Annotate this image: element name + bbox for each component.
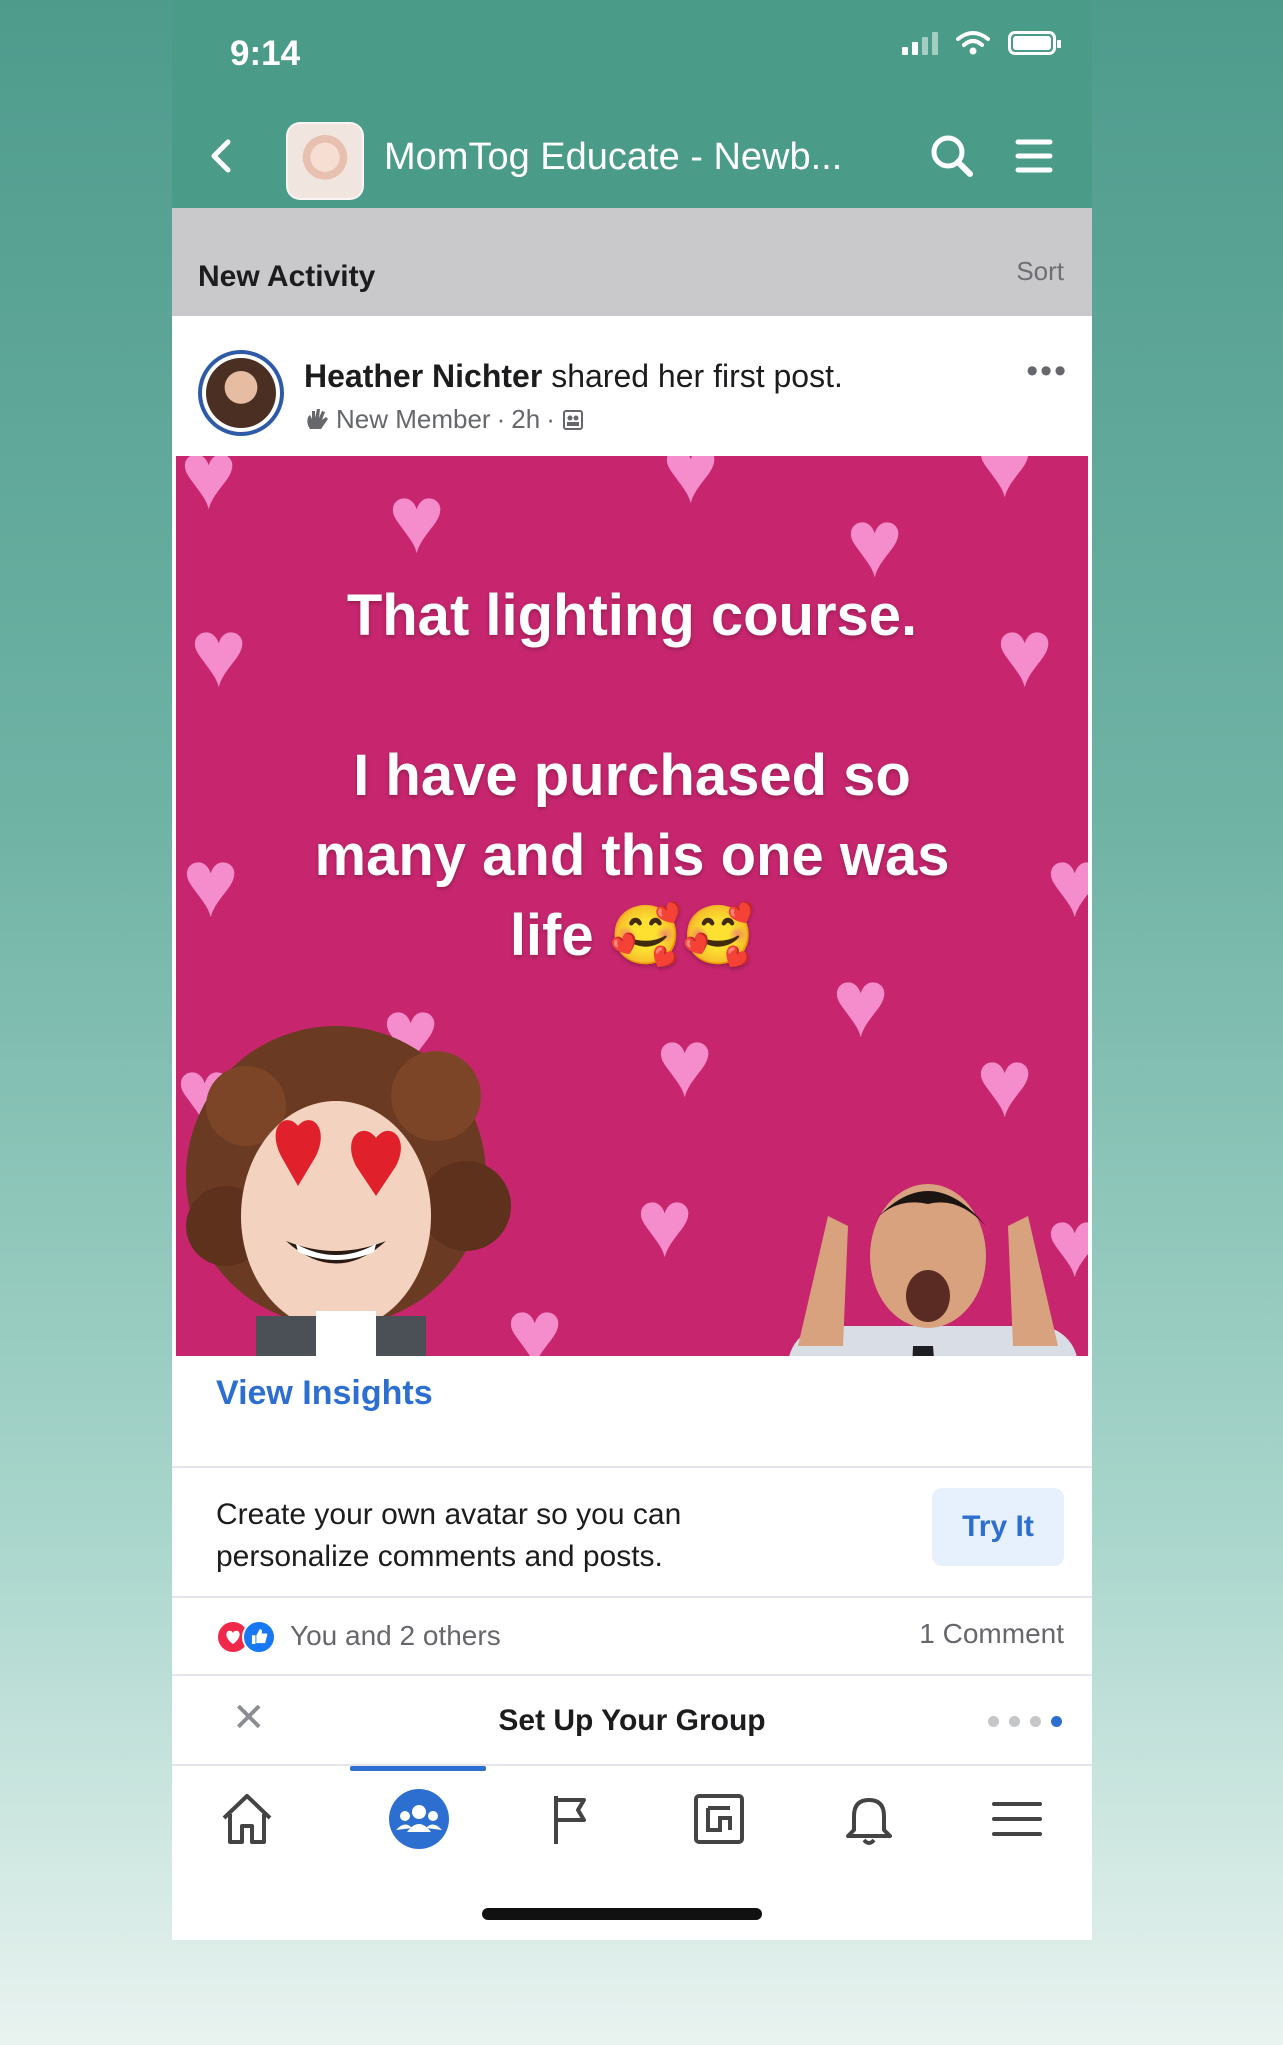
post-time[interactable]: 2h: [511, 404, 540, 435]
activity-title: New Activity: [198, 260, 376, 293]
post-header: Heather Nichter shared her first post. N…: [172, 316, 1092, 456]
heart-icon: ♥: [976, 1030, 1033, 1137]
home-indicator: [482, 1908, 762, 1920]
flag-icon[interactable]: [534, 1784, 604, 1854]
avatar-prompt-text: Create your own avatar so you can person…: [216, 1498, 682, 1573]
chevron-left-icon[interactable]: [202, 134, 242, 178]
author-avatar[interactable]: [198, 350, 284, 436]
groups-icon[interactable]: [384, 1784, 454, 1854]
post-action: shared her first post.: [542, 358, 843, 394]
heart-icon: ♥: [636, 1170, 693, 1277]
search-icon[interactable]: [924, 128, 980, 184]
group-avatar[interactable]: [286, 122, 364, 200]
status-icons: [902, 30, 1061, 56]
heart-icon: ♥: [656, 1010, 713, 1117]
group-audience-icon: [562, 409, 583, 430]
bottom-tab-bar: [172, 1766, 1092, 1876]
signal-icon: [902, 31, 938, 55]
memoji-heart-eyes-sticker: [186, 1026, 511, 1356]
heart-icon: ♥: [388, 466, 445, 573]
top-bar: 9:14 MomTog Educate - Newb...: [172, 0, 1092, 208]
pagination-dots: [988, 1716, 1062, 1727]
active-tab-indicator: [350, 1766, 486, 1771]
group-title[interactable]: MomTog Educate - Newb...: [384, 136, 842, 179]
post-image[interactable]: ♥ ♥ ♥ ♥ ♥ ♥ ♥ ♥ ♥ ♥ ♥ ♥ ♥ ♥ ♥ ♥ ♥ That l…: [176, 456, 1088, 1356]
view-insights-link[interactable]: View Insights: [216, 1374, 433, 1413]
phone-screen: 9:14 MomTog Educate - Newb... New Activi…: [172, 0, 1092, 1940]
more-options-icon[interactable]: •••: [1026, 352, 1068, 391]
like-reaction-icon: [242, 1620, 276, 1654]
group-header: MomTog Educate - Newb...: [172, 118, 1092, 200]
author-name[interactable]: Heather Nichter: [304, 358, 542, 394]
avatar-prompt: Create your own avatar so you can person…: [172, 1468, 1092, 1598]
reactions-row: You and 2 others 1 Comment: [172, 1598, 1092, 1676]
setup-group-title[interactable]: Set Up Your Group: [172, 1704, 1092, 1738]
hamburger-menu-icon[interactable]: [1006, 128, 1062, 184]
reactions-summary[interactable]: You and 2 others: [290, 1620, 501, 1652]
bell-icon[interactable]: [834, 1784, 904, 1854]
news-feed-icon[interactable]: [684, 1784, 754, 1854]
insights-row: View Insights: [172, 1356, 1092, 1468]
setup-group-banner: ✕ Set Up Your Group: [172, 1676, 1092, 1766]
post-meta: New Member · 2h ·: [304, 404, 585, 435]
try-it-button[interactable]: Try It: [932, 1488, 1064, 1566]
battery-icon: [1008, 31, 1061, 55]
heart-icon: ♥: [976, 456, 1033, 517]
post-headline: Heather Nichter shared her first post.: [304, 358, 843, 395]
wifi-icon: [956, 31, 990, 55]
member-badge: New Member: [336, 404, 491, 434]
home-icon[interactable]: [212, 1784, 282, 1854]
meta-separator: ·: [546, 404, 555, 434]
status-time: 9:14: [230, 34, 301, 73]
excited-man-gif: [789, 1184, 1077, 1356]
sort-button[interactable]: Sort: [1016, 256, 1064, 287]
menu-icon[interactable]: [982, 1784, 1052, 1854]
new-activity-bar: New Activity Sort: [172, 208, 1092, 316]
meta-separator: ·: [496, 404, 506, 434]
comments-count[interactable]: 1 Comment: [919, 1618, 1064, 1650]
reaction-icons[interactable]: [216, 1620, 278, 1654]
heart-icon: ♥: [180, 456, 237, 529]
post-image-text: That lighting course. I have purchased s…: [314, 583, 950, 968]
heart-icon: ♥: [662, 456, 719, 523]
waving-hand-icon: [307, 408, 328, 429]
